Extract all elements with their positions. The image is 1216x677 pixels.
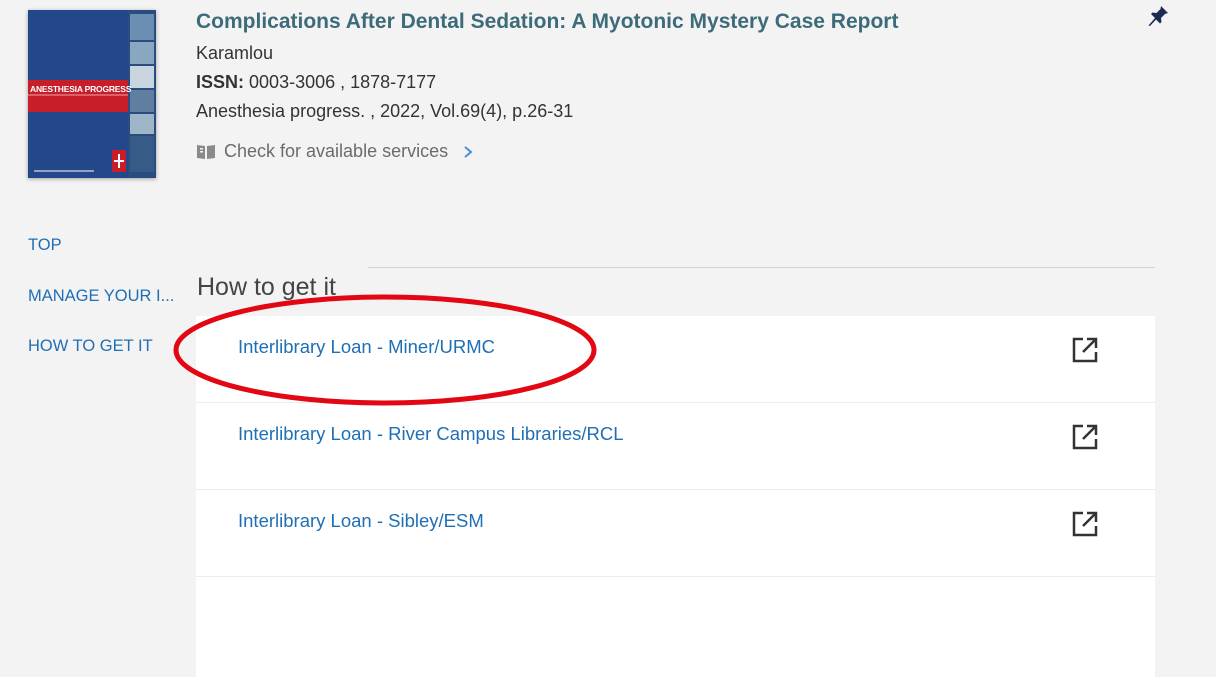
external-link-icon[interactable] xyxy=(1071,510,1099,538)
service-link-river-campus[interactable]: Interlibrary Loan - River Campus Librari… xyxy=(238,423,624,445)
service-link-miner-urmc[interactable]: Interlibrary Loan - Miner/URMC xyxy=(238,336,495,358)
record-source: Anesthesia progress. , 2022, Vol.69(4), … xyxy=(196,101,574,121)
chevron-right-icon xyxy=(464,145,473,158)
pin-icon[interactable] xyxy=(1146,4,1170,28)
section-divider xyxy=(368,267,1155,268)
external-link-icon[interactable] xyxy=(1071,423,1099,451)
section-navigation: TOP MANAGE YOUR I... HOW TO GET IT xyxy=(28,233,174,385)
service-row-partial[interactable] xyxy=(196,577,1155,677)
nav-item-how-to-get-it[interactable]: HOW TO GET IT xyxy=(28,334,174,385)
services-list: Interlibrary Loan - Miner/URMC Interlibr… xyxy=(196,316,1155,677)
issn-label: ISSN: xyxy=(196,72,245,92)
check-services-link[interactable]: Check for available services xyxy=(196,141,474,162)
section-heading-how-to-get-it: How to get it xyxy=(197,272,336,301)
journal-cover-thumbnail[interactable]: ANESTHESIA PROGRESS xyxy=(28,10,156,178)
cover-artwork xyxy=(28,10,156,178)
book-open-icon xyxy=(197,144,215,159)
check-services-label: Check for available services xyxy=(224,141,449,161)
nav-item-manage-your-item[interactable]: MANAGE YOUR I... xyxy=(28,284,174,335)
external-link-icon[interactable] xyxy=(1071,336,1099,364)
service-link-sibley-esm[interactable]: Interlibrary Loan - Sibley/ESM xyxy=(238,510,484,532)
record-issn: ISSN: 0003-3006 , 1878-7177 xyxy=(196,72,436,93)
service-row[interactable]: Interlibrary Loan - Miner/URMC xyxy=(196,316,1155,403)
nav-item-top[interactable]: TOP xyxy=(28,233,174,284)
service-row[interactable]: Interlibrary Loan - Sibley/ESM xyxy=(196,490,1155,577)
issn-values: 0003-3006 , 1878-7177 xyxy=(249,72,437,92)
record-title-link[interactable]: Complications After Dental Sedation: A M… xyxy=(196,10,898,34)
cover-title: ANESTHESIA PROGRESS xyxy=(30,84,132,94)
record-author: Karamlou xyxy=(196,43,274,63)
service-row[interactable]: Interlibrary Loan - River Campus Librari… xyxy=(196,403,1155,490)
